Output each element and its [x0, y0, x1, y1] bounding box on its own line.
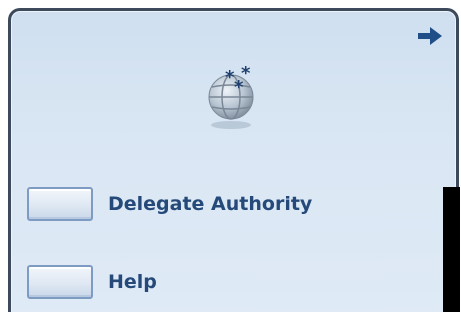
app-stage: * * * Delegate Authority Help: [0, 0, 461, 312]
menu-item-help[interactable]: Help: [27, 265, 157, 299]
menu-item-label: Delegate Authority: [108, 193, 313, 215]
task-panel: * * * Delegate Authority Help: [8, 8, 460, 312]
globe-icon: * * *: [208, 63, 254, 129]
svg-text:*: *: [234, 77, 244, 98]
scrollbar[interactable]: [443, 187, 460, 312]
button-box-icon: [27, 187, 93, 221]
menu-item-label: Help: [108, 271, 157, 293]
button-box-icon: [27, 265, 93, 299]
arrow-right-icon[interactable]: [416, 25, 444, 47]
menu-item-delegate-authority[interactable]: Delegate Authority: [27, 187, 312, 221]
